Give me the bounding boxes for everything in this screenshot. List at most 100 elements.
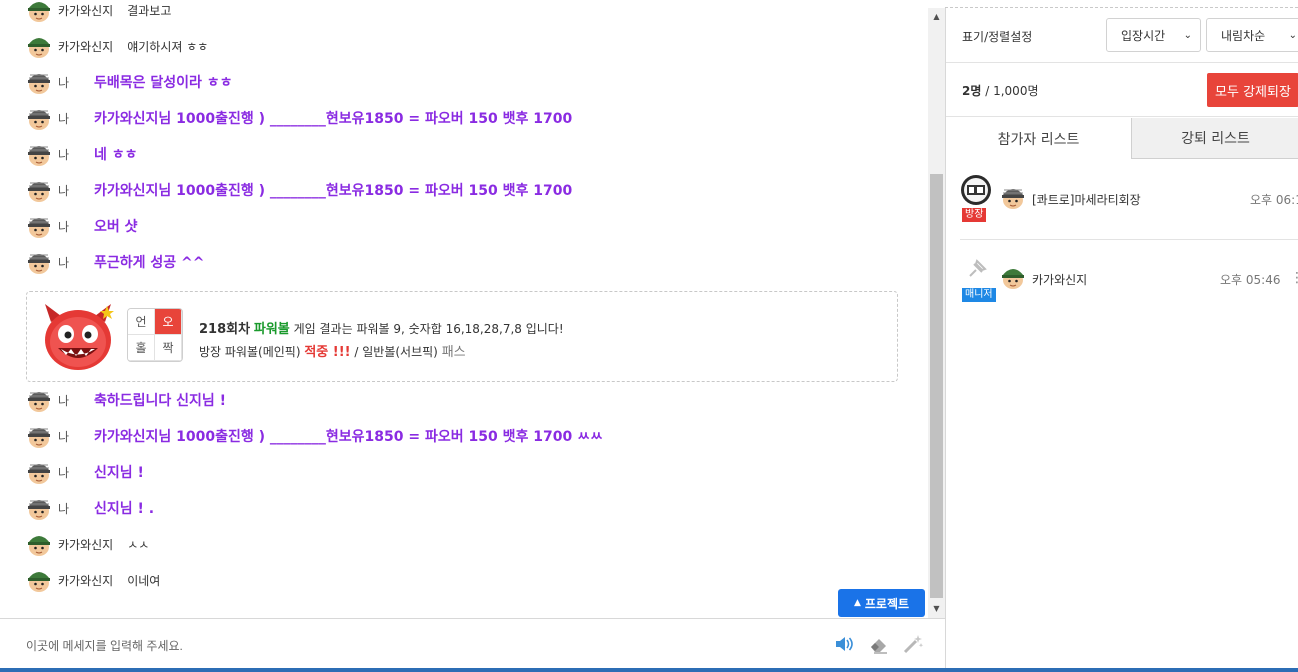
odd-even-grid: 언 오 홀 짝 — [127, 308, 183, 362]
sort-by-value: 입장시간 — [1121, 28, 1166, 43]
soldier-avatar-icon — [26, 105, 52, 131]
message-nick[interactable]: 나 — [58, 464, 76, 481]
count-separator: / — [985, 84, 990, 98]
pin-icon — [969, 259, 987, 277]
participant-count-row: 2명 / 1,000명 모두 강제퇴장 — [946, 63, 1298, 117]
message-nick[interactable]: 카가와신지 — [58, 572, 113, 589]
sort-by-select[interactable]: 입장시간 ⌄ — [1106, 18, 1201, 52]
chat-message: 나 푸근하게 성공 ^^ — [0, 244, 928, 280]
magic-wand-icon[interactable] — [902, 633, 924, 655]
host-badge: 방장 — [962, 208, 987, 222]
game-result-card: 언 오 홀 짝 218회차 파워볼 게임 결과는 파워볼 9, 숫자합 16,1… — [26, 291, 898, 382]
tab-participants[interactable]: 참가자 리스트 — [946, 118, 1132, 159]
chat-message: 나 신지님 ! — [0, 454, 928, 490]
message-text: 신지님 ! . — [94, 501, 155, 517]
result-round: 218회차 — [199, 322, 251, 337]
chevron-down-icon: ⌄ — [1183, 30, 1192, 41]
chat-message: 카가와신지 얘기하시져 ㅎㅎ — [0, 28, 928, 64]
order-value: 내림차순 — [1221, 28, 1266, 43]
message-nick[interactable]: 카가와신지 — [58, 38, 113, 55]
eraser-icon[interactable] — [868, 633, 890, 655]
manager-badge: 매니저 — [962, 288, 996, 302]
result-text: 218회차 파워볼 게임 결과는 파워볼 9, 숫자합 16,18,28,7,8… — [199, 318, 564, 364]
scroll-up-icon[interactable]: ▲ — [928, 8, 945, 24]
message-nick[interactable]: 나 — [58, 392, 76, 409]
message-text: 카가와신지님 1000출진행 ) ________현보유1850 = 파오버 1… — [94, 183, 573, 199]
participant-item[interactable]: 방장 [콰트로]마세라티회장 오후 06:1 — [960, 168, 1298, 240]
soldier-avatar-icon — [26, 177, 52, 203]
soldier-green-avatar-icon — [1000, 264, 1026, 290]
result-main-pick: 방장 파워볼(메인픽) — [199, 345, 301, 359]
chat-scrollbar[interactable]: ▲ ▼ — [928, 8, 945, 618]
message-text: 신지님 ! — [94, 465, 144, 481]
message-input[interactable] — [26, 636, 726, 656]
chat-area: 카가와신지 결과보고 카가와신지 얘기하시져 ㅎㅎ 나 두배목은 달성이라 ㅎㅎ 나 카가와신… — [0, 0, 945, 618]
kick-all-button[interactable]: 모두 강제퇴장 — [1207, 73, 1298, 107]
count-current: 2명 — [962, 84, 982, 98]
count-max: 1,000명 — [993, 84, 1039, 98]
soldier-avatar-icon — [26, 423, 52, 449]
chat-message: 나 네 ㅎㅎ — [0, 136, 928, 172]
tab-kicked[interactable]: 강퇴 리스트 — [1132, 118, 1298, 159]
caret-up-icon: ▲ — [853, 598, 861, 608]
message-text: 결과보고 — [127, 3, 172, 18]
result-game: 파워볼 — [253, 322, 290, 337]
oe-cell-even: 짝 — [155, 335, 182, 361]
message-text: 얘기하시져 ㅎㅎ — [127, 39, 209, 54]
chat-message: 카가와신지 ㅅㅅ — [0, 526, 928, 562]
oe-cell-over: 오 — [155, 309, 182, 335]
participant-time: 오후 05:46 — [1220, 273, 1281, 287]
soldier-green-avatar-icon — [26, 567, 52, 593]
message-nick[interactable]: 나 — [58, 182, 76, 199]
soldier-avatar-icon — [26, 69, 52, 95]
chat-message: 카가와신지 결과보고 — [0, 0, 928, 28]
participant-sidebar: 표기/정렬설정 입장시간 ⌄ 내림차순 ⌄ 2명 / 1,000명 모두 강제퇴… — [945, 8, 1298, 668]
order-select[interactable]: 내림차순 ⌄ — [1206, 18, 1298, 52]
message-text: ㅅㅅ — [127, 537, 150, 552]
project-button-label: 프로젝트 — [864, 596, 910, 611]
participant-time: 오후 06:1 — [1250, 193, 1298, 207]
host-profile-avatar — [961, 175, 991, 205]
oe-cell-odd: 홀 — [128, 335, 155, 361]
more-options-icon[interactable]: ⋮ — [1290, 270, 1298, 286]
project-button[interactable]: ▲ 프로젝트 — [838, 589, 925, 617]
scroll-down-icon[interactable]: ▼ — [928, 600, 945, 616]
participant-count: 2명 / 1,000명 — [962, 82, 1039, 99]
result-pass: 패스 — [441, 345, 466, 360]
message-nick[interactable]: 카가와신지 — [58, 2, 113, 19]
soldier-avatar-icon — [26, 495, 52, 521]
result-hit: 적중 !!! — [304, 345, 351, 360]
message-nick[interactable]: 나 — [58, 428, 76, 445]
message-nick[interactable]: 나 — [58, 110, 76, 127]
message-text: 카가와신지님 1000출진행 ) ________현보유1850 = 파오버 1… — [94, 429, 603, 445]
message-text: 두배목은 달성이라 ㅎㅎ — [94, 75, 233, 91]
participant-item[interactable]: 매니저 카가와신지 오후 05:46 ⋮ — [946, 248, 1298, 320]
message-nick[interactable]: 나 — [58, 74, 76, 91]
soldier-green-avatar-icon — [26, 0, 52, 23]
oe-cell-under: 언 — [128, 309, 155, 335]
result-line-2: 방장 파워볼(메인픽) 적중 !!! / 일반볼(서브픽) 패스 — [199, 341, 564, 364]
chat-message: 나 두배목은 달성이라 ㅎㅎ — [0, 64, 928, 100]
chat-message: 나 카가와신지님 1000출진행 ) ________현보유1850 = 파오버 … — [0, 418, 928, 454]
message-nick[interactable]: 나 — [58, 500, 76, 517]
soldier-avatar-icon — [26, 249, 52, 275]
message-nick[interactable]: 나 — [58, 218, 76, 235]
participant-name: 카가와신지 — [1032, 273, 1088, 287]
message-text: 카가와신지님 1000출진행 ) ________현보유1850 = 파오버 1… — [94, 111, 573, 127]
soldier-avatar-icon — [26, 213, 52, 239]
devil-mascot-icon — [45, 304, 114, 370]
message-nick[interactable]: 나 — [58, 254, 76, 271]
soldier-avatar-icon — [26, 459, 52, 485]
message-nick[interactable]: 카가와신지 — [58, 536, 113, 553]
message-text: 축하드립니다 신지님 ! — [94, 393, 227, 409]
participant-name: [콰트로]마세라티회장 — [1032, 193, 1141, 207]
scroll-thumb[interactable] — [930, 174, 943, 598]
participant-tabs: 참가자 리스트 강퇴 리스트 — [946, 118, 1298, 159]
message-nick[interactable]: 나 — [58, 146, 76, 163]
speaker-icon[interactable] — [833, 633, 855, 655]
chat-message: 나 오버 샷 — [0, 208, 928, 244]
soldier-avatar-icon — [1000, 184, 1026, 210]
chevron-down-icon: ⌄ — [1288, 30, 1297, 41]
soldier-green-avatar-icon — [26, 33, 52, 59]
soldier-green-avatar-icon — [26, 531, 52, 557]
